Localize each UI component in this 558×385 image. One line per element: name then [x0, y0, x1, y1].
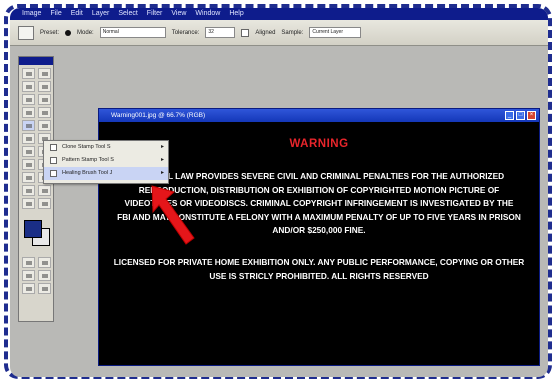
quick-mask-mode-icon[interactable]	[38, 257, 51, 268]
document-title: Warning001.jpg @ 66.7% (RGB)	[111, 112, 206, 119]
full-screen-mode-icon[interactable]	[38, 270, 51, 281]
sample-label: Sample:	[281, 29, 304, 36]
clone-stamp-icon	[50, 144, 57, 151]
menu-bar: Image File Edit Layer Select Filter View…	[10, 8, 548, 20]
menu-window[interactable]: Window	[195, 8, 220, 20]
mode-grid	[19, 254, 53, 297]
eraser-tool-icon[interactable]	[22, 133, 35, 144]
preset-label: Preset:	[40, 29, 60, 36]
flyout-item-pattern-stamp[interactable]: • Pattern Stamp Tool S ▸	[44, 154, 168, 167]
menu-select[interactable]: Select	[118, 8, 137, 20]
pen-tool-icon[interactable]	[22, 172, 35, 183]
submenu-arrow-icon: ▸	[160, 144, 164, 150]
clone-stamp-tool-icon[interactable]	[22, 120, 35, 131]
maximize-button[interactable]: □	[516, 111, 525, 120]
toolbox-header[interactable]	[19, 57, 53, 65]
jump-to-imageready-icon[interactable]	[22, 283, 35, 294]
healing-brush-tool-icon[interactable]	[22, 107, 35, 118]
extra-tool-icon[interactable]	[38, 283, 51, 294]
submenu-arrow-icon: ▸	[160, 170, 164, 176]
blur-tool-icon[interactable]	[22, 146, 35, 157]
window-controls: _ □ ×	[505, 111, 536, 120]
slice-tool-icon[interactable]	[38, 94, 51, 105]
color-swatches	[22, 218, 50, 248]
standard-mode-icon[interactable]	[22, 257, 35, 268]
pattern-stamp-icon	[50, 157, 57, 164]
magic-wand-tool-icon[interactable]	[38, 81, 51, 92]
red-pointer-arrow-icon	[151, 185, 195, 245]
flyout-item-healing-brush[interactable]: Healing Brush Tool J ▸	[44, 167, 168, 180]
crop-tool-icon[interactable]	[22, 94, 35, 105]
flyout-item-label: Pattern Stamp Tool S	[62, 157, 114, 163]
brush-tool-icon[interactable]	[38, 107, 51, 118]
move-tool-icon[interactable]	[22, 68, 35, 79]
aligned-label: Aligned	[255, 29, 276, 36]
options-bar: Preset: Mode: Normal Tolerance: 32 Align…	[10, 20, 548, 46]
toolbox	[18, 56, 54, 322]
close-button[interactable]: ×	[527, 111, 536, 120]
notes-tool-icon[interactable]	[22, 185, 35, 196]
brush-preview-icon[interactable]	[65, 29, 72, 36]
history-brush-tool-icon[interactable]	[38, 120, 51, 131]
eyedropper-tool-icon[interactable]	[38, 185, 51, 196]
flyout-item-label: Healing Brush Tool J	[62, 170, 113, 176]
aligned-checkbox[interactable]	[241, 28, 250, 37]
path-selection-tool-icon[interactable]	[22, 159, 35, 170]
tolerance-label: Tolerance:	[171, 29, 200, 36]
document-titlebar[interactable]: Warning001.jpg @ 66.7% (RGB) _ □ ×	[99, 109, 539, 122]
zoom-tool-icon[interactable]	[38, 198, 51, 209]
sample-select[interactable]: Current Layer	[309, 27, 362, 38]
submenu-arrow-icon: ▸	[160, 157, 164, 163]
menu-file[interactable]: File	[50, 8, 61, 20]
menu-image[interactable]: Image	[22, 8, 41, 20]
tolerance-field[interactable]: 32	[205, 27, 236, 38]
menu-help[interactable]: Help	[229, 8, 243, 20]
warning-heading: WARNING	[289, 138, 349, 150]
marquee-tool-icon[interactable]	[38, 68, 51, 79]
screen-mode-icon[interactable]	[22, 270, 35, 281]
flyout-item-clone-stamp[interactable]: Clone Stamp Tool S ▸	[44, 141, 168, 154]
lasso-tool-icon[interactable]	[22, 81, 35, 92]
menu-view[interactable]: View	[171, 8, 186, 20]
tool-flyout-menu: Clone Stamp Tool S ▸ • Pattern Stamp Too…	[43, 140, 169, 184]
current-tool-icon[interactable]	[18, 25, 34, 40]
licensed-text: LICENSED FOR PRIVATE HOME EXHIBITION ONL…	[113, 256, 525, 281]
mode-select[interactable]: Normal	[99, 27, 166, 38]
foreground-color-swatch[interactable]	[24, 220, 42, 238]
menu-layer[interactable]: Layer	[92, 8, 110, 20]
healing-brush-icon	[50, 170, 57, 177]
minimize-button[interactable]: _	[505, 111, 514, 120]
menu-filter[interactable]: Filter	[147, 8, 163, 20]
mode-label: Mode:	[77, 29, 94, 36]
tool-grid	[19, 65, 53, 212]
flyout-item-label: Clone Stamp Tool S	[62, 144, 111, 150]
menu-edit[interactable]: Edit	[71, 8, 83, 20]
hand-tool-icon[interactable]	[22, 198, 35, 209]
